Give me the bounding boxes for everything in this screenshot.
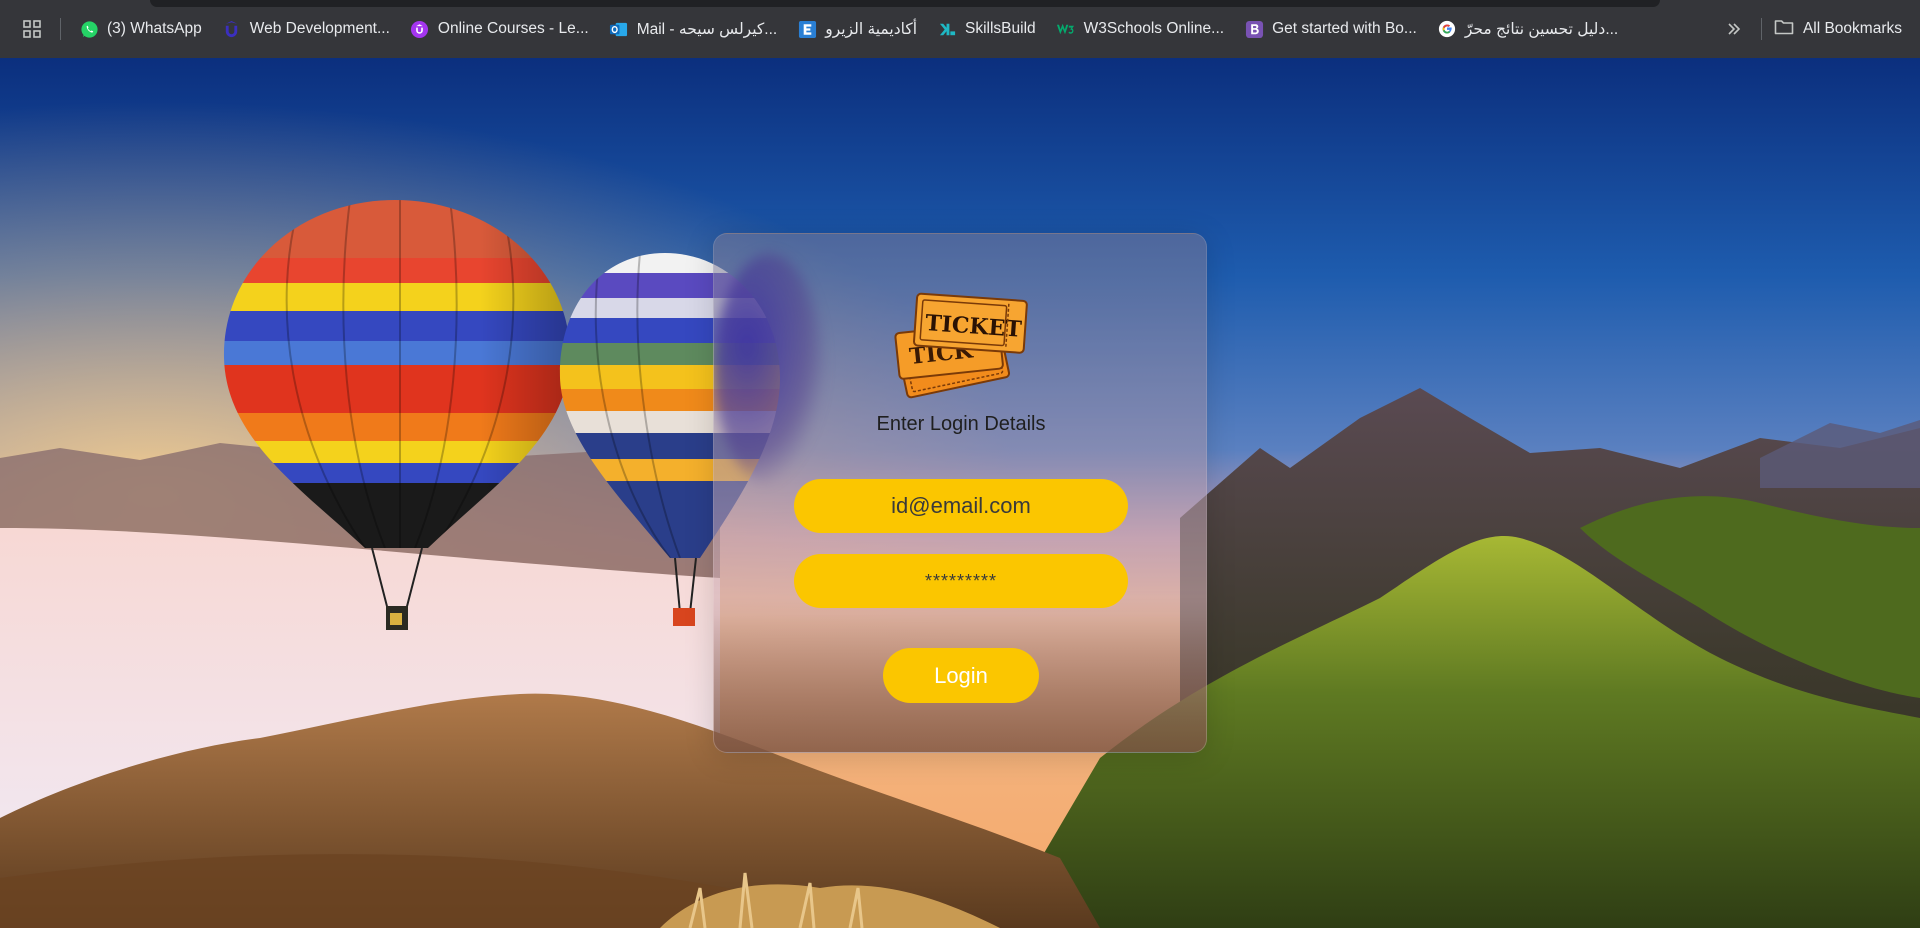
divider [1760,18,1762,40]
bookmark-label: SkillsBuild [965,20,1036,37]
bookmark-label: Mail - كيرلس سيحه... [636,20,778,38]
whatsapp-icon [79,19,99,39]
w3schools-icon [1056,19,1076,39]
login-title: Enter Login Details [876,413,1046,435]
bookmark-label: Web Development... [249,20,390,37]
outlook-icon [609,19,629,39]
bookmark-label: W3Schools Online... [1083,20,1225,37]
bookmark-bootstrap[interactable]: Get started with Bo... [1236,12,1425,46]
bookmarks-bar: (3) WhatsApp Web Development... Online C… [0,0,1920,58]
bookmark-online-courses[interactable]: Online Courses - Le... [402,12,597,46]
bookmark-zero-academy[interactable]: أكاديمية الزيرو [789,12,925,46]
skillsbuild-icon [937,19,957,39]
ticket-logo-icon: TICK TICKET [887,289,1035,401]
divider [60,18,61,40]
bookmark-label: Online Courses - Le... [437,20,589,37]
udemy-icon [410,19,430,39]
all-bookmarks-button[interactable]: All Bookmarks [1774,19,1902,40]
more-bookmarks-chevron-icon[interactable] [1719,14,1749,44]
bookmark-google-guide[interactable]: دليل تحسين نتائج محرّ... [1429,12,1626,46]
bootstrap-icon [1244,19,1264,39]
bookmark-w3schools[interactable]: W3Schools Online... [1048,12,1232,46]
bookmark-mail[interactable]: Mail - كيرلس سيحه... [601,12,786,46]
folder-icon [1774,19,1794,40]
bookmark-web-development[interactable]: Web Development... [214,12,398,46]
login-button[interactable]: Login [883,648,1039,703]
bookmark-skillsbuild[interactable]: SkillsBuild [929,12,1044,46]
bookmark-label: أكاديمية الزيرو [825,20,918,38]
e-icon [797,19,817,39]
google-icon [1437,19,1457,39]
bookmark-label: (3) WhatsApp [107,20,202,37]
bookmark-label: دليل تحسين نتائج محرّ... [1464,20,1619,38]
bookmark-label: Get started with Bo... [1272,20,1417,37]
password-field[interactable] [794,554,1128,608]
bookmark-whatsapp[interactable]: (3) WhatsApp [71,12,210,46]
udemy-icon [222,19,242,39]
all-bookmarks-label: All Bookmarks [1802,20,1902,37]
login-card: TICK TICKET Enter Login Details Login [713,233,1207,753]
email-field[interactable] [794,479,1128,533]
apps-grid-icon[interactable] [18,15,46,43]
